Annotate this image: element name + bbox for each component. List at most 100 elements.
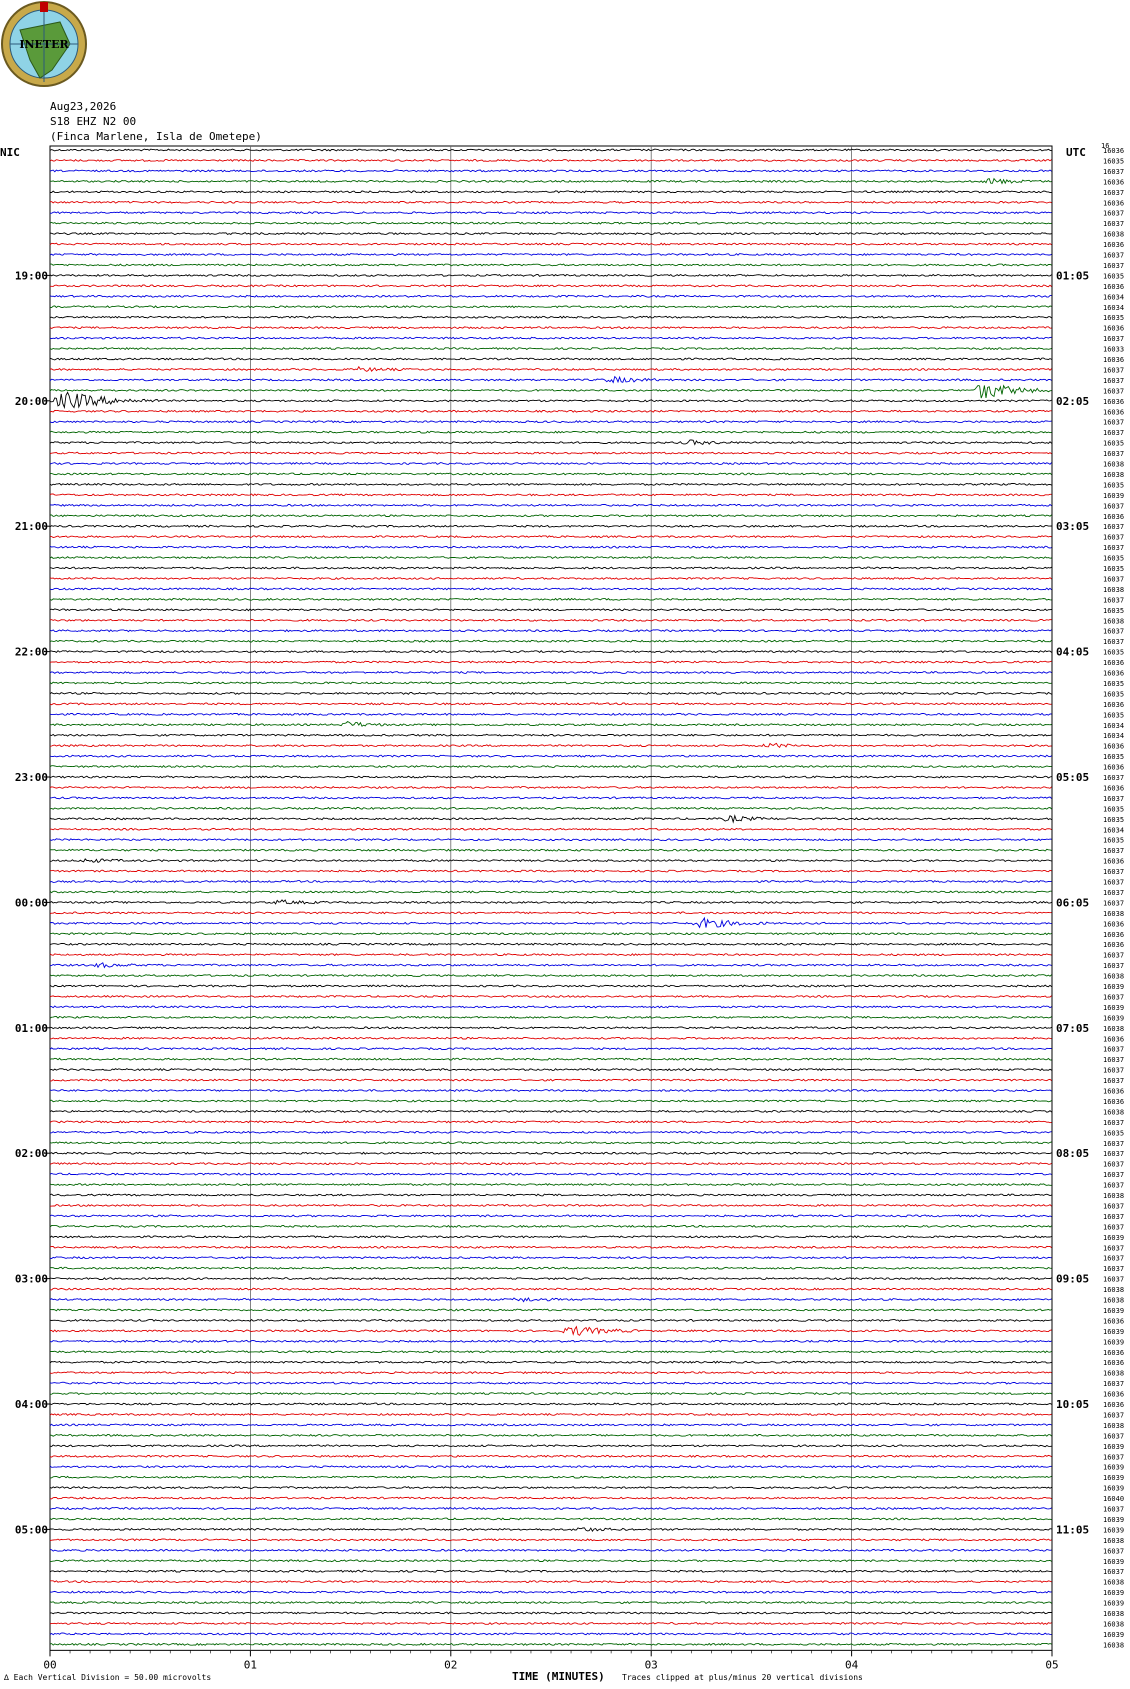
trace-row: [49, 1601, 1052, 1605]
trace-value-label: 16035: [1103, 1129, 1124, 1137]
trace-row: [49, 211, 1052, 215]
trace-value-label: 16037: [1103, 450, 1124, 458]
trace-value-label: 16038: [1103, 1286, 1124, 1294]
trace-row: [49, 1433, 1052, 1437]
trace-value-label: 16037: [1103, 1046, 1124, 1054]
trace-value-label: 16037: [1103, 1213, 1124, 1221]
trace-value-label: 16036: [1103, 1391, 1124, 1399]
trace-row: [49, 1412, 1052, 1416]
trace-value-label: 16037: [1103, 168, 1124, 176]
trace-value-label: 16036: [1103, 1317, 1124, 1325]
trace-row: [49, 827, 1052, 831]
trace-value-label: 16037: [1103, 847, 1124, 855]
trace-value-label: 16037: [1103, 210, 1124, 218]
trace-row: [49, 858, 1052, 863]
clip-note: Traces clipped at plus/minus 20 vertical…: [622, 1673, 863, 1682]
trace-value-label: 16037: [1103, 575, 1124, 583]
trace-value-label: 16039: [1103, 1464, 1124, 1472]
trace-value-label: 16037: [1103, 419, 1124, 427]
trace-value-label: 16037: [1103, 534, 1124, 542]
trace-row: [49, 838, 1052, 842]
trace-value-label: 16033: [1103, 346, 1124, 354]
trace-row: [49, 1318, 1052, 1322]
trace-row: [49, 911, 1052, 915]
trace-value-label: 16039: [1103, 1328, 1124, 1336]
trace-row: [49, 1325, 1052, 1336]
trace-row: [49, 221, 1052, 225]
trace-value-label: 16038: [1103, 1610, 1124, 1618]
trace-value-label: 16037: [1103, 1276, 1124, 1284]
trace-row: [49, 482, 1052, 486]
trace-row: [49, 681, 1052, 685]
trace-value-label: 16036: [1103, 241, 1124, 249]
trace-value-label: 16039: [1103, 1600, 1124, 1608]
trace-value-label: 16038: [1103, 1641, 1124, 1649]
trace-row: [49, 1642, 1052, 1646]
local-hour-label: 22:00: [15, 646, 48, 659]
trace-row: [49, 461, 1052, 466]
trace-value-label: 16039: [1103, 1234, 1124, 1242]
trace-value-label: 16037: [1103, 1119, 1124, 1127]
trace-value-label: 16037: [1103, 220, 1124, 228]
trace-row: [49, 365, 1052, 373]
trace-value-label: 16034: [1103, 826, 1124, 834]
trace-value-label: 16038: [1103, 617, 1124, 625]
trace-value-label: 16037: [1103, 899, 1124, 907]
trace-value-label: 16036: [1103, 1035, 1124, 1043]
trace-value-label: 16035: [1103, 690, 1124, 698]
trace-value-label: 16037: [1103, 1432, 1124, 1440]
trace-value-label: 16037: [1103, 1506, 1124, 1514]
trace-value-label: 16037: [1103, 189, 1124, 197]
trace-value-label: 16037: [1103, 544, 1124, 552]
trace-value-label: 16037: [1103, 1255, 1124, 1263]
trace-value-label: 16036: [1103, 513, 1124, 521]
trace-value-label: 16039: [1103, 1526, 1124, 1534]
trace-row: [49, 1465, 1052, 1469]
local-hour-label: 01:00: [15, 1022, 48, 1035]
trace-value-label: 16036: [1103, 178, 1124, 186]
trace-value-label: 16034: [1103, 304, 1124, 312]
trace-value-label: 16035: [1103, 680, 1124, 688]
trace-row: [49, 1360, 1052, 1364]
trace-row: [49, 953, 1052, 957]
trace-value-label: 16037: [1103, 795, 1124, 803]
trace-value-label: 16037: [1103, 1182, 1124, 1190]
trace-value-label: 16038: [1103, 973, 1124, 981]
trace-value-label: 16038: [1103, 586, 1124, 594]
trace-row: [49, 702, 1052, 706]
trace-row: [49, 273, 1052, 277]
trace-value-label: 16035: [1103, 753, 1124, 761]
trace-value-label: 16036: [1103, 398, 1124, 406]
trace-row: [49, 869, 1052, 873]
trace-row: [49, 1621, 1052, 1625]
trace-value-label: 16035: [1103, 711, 1124, 719]
trace-row: [49, 294, 1052, 298]
utc-hour-label: 05:05: [1056, 771, 1089, 784]
utc-hour-label: 11:05: [1056, 1523, 1089, 1536]
trace-value-label: 16036: [1103, 659, 1124, 667]
trace-row: [49, 916, 1052, 929]
x-tick-label: 01: [244, 1658, 257, 1671]
trace-value-label: 16037: [1103, 1380, 1124, 1388]
trace-row: [49, 1538, 1052, 1542]
trace-row: [49, 1130, 1052, 1134]
trace-row: [49, 1277, 1052, 1281]
trace-row: [49, 1256, 1052, 1260]
trace-row: [49, 177, 1052, 185]
trace-value-label: 16037: [1103, 523, 1124, 531]
utc-hour-label: 07:05: [1056, 1022, 1089, 1035]
trace-row: [49, 994, 1052, 998]
trace-value-label: 16036: [1103, 1349, 1124, 1357]
trace-row: [49, 1506, 1052, 1511]
trace-row: [49, 545, 1052, 549]
utc-hour-label: 03:05: [1056, 520, 1089, 533]
trace-row: [49, 252, 1052, 257]
trace-value-label: 16035: [1103, 607, 1124, 615]
trace-value-label: 16039: [1103, 1307, 1124, 1315]
trace-row: [49, 932, 1052, 936]
x-axis-title: TIME (MINUTES): [512, 1670, 605, 1683]
trace-row: [49, 1047, 1052, 1051]
trace-row: [49, 200, 1052, 204]
trace-row: [49, 942, 1052, 946]
trace-row: [49, 1109, 1052, 1113]
